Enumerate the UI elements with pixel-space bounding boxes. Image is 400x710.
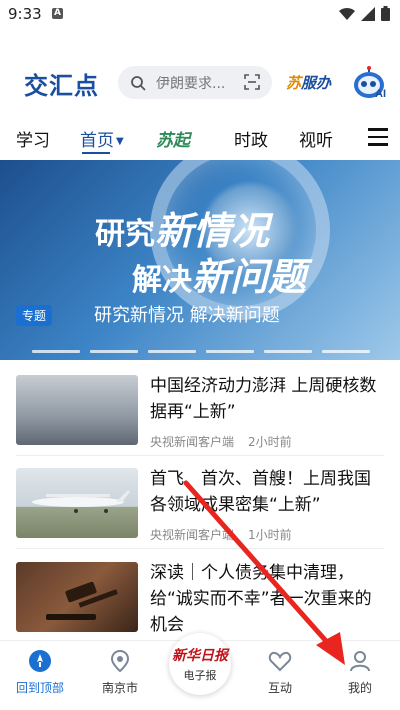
heart-chat-icon <box>268 651 292 672</box>
tab-suqi[interactable]: 苏起 <box>156 126 190 151</box>
banner-caption: 研究新情况 解决新问题 <box>94 305 280 326</box>
sufu-label-part2: 服办 <box>301 74 332 92</box>
nav-interact[interactable]: 互动 <box>250 649 310 696</box>
nav-label: 互动 <box>267 681 292 695</box>
notification-icon: A <box>52 8 63 19</box>
news-title: 深读｜个人债务集中清理，给“诚实而不幸”者一次重来的机会 <box>150 563 372 635</box>
news-title: 中国经济动力澎湃 上周硬核数据再“上新” <box>150 376 377 422</box>
news-thumbnail <box>16 375 138 445</box>
battery-icon <box>381 6 390 21</box>
carousel-dot[interactable] <box>90 350 138 353</box>
carousel-dot[interactable] <box>264 350 312 353</box>
tab-home-label: 首页 <box>80 131 114 151</box>
rocket-icon <box>29 650 51 672</box>
carousel-dot[interactable] <box>206 350 254 353</box>
carousel-dot[interactable] <box>322 350 370 353</box>
nav-label: 南京市 <box>101 681 138 695</box>
gavel-graphic <box>46 581 118 620</box>
app-logo[interactable]: 交汇点 <box>24 66 99 101</box>
wifi-icon <box>339 7 355 20</box>
news-item[interactable]: 首飞、首次、首艘！上周我国各领域成果密集“上新” 央视新闻客户端 1小时前 <box>0 468 400 560</box>
app-header: 交汇点 伊朗要求... 苏服办 AI <box>0 60 400 106</box>
carousel-indicators <box>32 350 370 353</box>
news-source: 央视新闻客户端 <box>150 435 235 449</box>
nav-label: 我的 <box>347 681 372 695</box>
news-time: 2小时前 <box>248 435 292 449</box>
tab-politics[interactable]: 时政 <box>234 126 268 151</box>
user-icon <box>350 651 370 672</box>
nav-me[interactable]: 我的 <box>330 649 390 696</box>
nav-label: 回到顶部 <box>15 681 64 695</box>
nav-back-to-top[interactable]: 回到顶部 <box>10 649 70 696</box>
sufu-ban-link[interactable]: 苏服办 <box>286 72 331 93</box>
search-placeholder: 伊朗要求... <box>156 75 226 92</box>
news-thumbnail <box>16 562 138 632</box>
signal-icon <box>361 6 375 21</box>
nav-nanjing[interactable]: 南京市 <box>90 649 150 696</box>
carousel-dot[interactable] <box>148 350 196 353</box>
news-title: 首飞、首次、首艘！上周我国各领域成果密集“上新” <box>150 469 371 515</box>
news-item[interactable]: 中国经济动力澎湃 上周硬核数据再“上新” 央视新闻客户端 2小时前 <box>0 375 400 467</box>
featured-banner[interactable]: 研究新情况 解决新问题 专题 研究新情况 解决新问题 <box>0 160 400 360</box>
tab-home[interactable]: 首页 ▼ <box>80 126 124 151</box>
channel-tabs: 学习 首页 ▼ 苏起 时政 视听 <box>0 118 400 158</box>
menu-icon[interactable] <box>368 128 388 146</box>
tab-video[interactable]: 视听 <box>299 126 333 151</box>
scan-icon[interactable] <box>244 74 260 90</box>
news-meta: 央视新闻客户端 1小时前 <box>150 526 292 543</box>
news-source: 央视新闻客户端 <box>150 528 235 542</box>
banner-headline-2: 解决新问题 <box>132 246 306 301</box>
nav-e-paper[interactable]: 新华日报 电子报 <box>169 633 231 695</box>
carousel-dot[interactable] <box>32 350 80 353</box>
caret-down-icon: ▼ <box>116 135 124 147</box>
bottom-nav: 回到顶部 南京市 新华日报 电子报 互动 我的 <box>0 633 400 710</box>
news-meta: 央视新闻客户端 2小时前 <box>150 433 292 450</box>
search-bar[interactable]: 伊朗要求... <box>118 66 272 99</box>
divider <box>16 455 384 456</box>
topic-badge: 专题 <box>16 305 53 326</box>
status-time: 9:33 <box>8 5 42 23</box>
nav-label: 电子报 <box>183 669 217 682</box>
system-icons <box>339 6 390 21</box>
divider <box>16 548 384 549</box>
tab-study[interactable]: 学习 <box>16 126 50 151</box>
news-thumbnail <box>16 468 138 538</box>
status-bar: 9:33 A <box>0 0 400 30</box>
banner-headline-2b: 新问题 <box>192 254 307 299</box>
location-icon <box>110 649 130 673</box>
search-icon <box>131 75 146 91</box>
sufu-label-part1: 苏 <box>286 74 302 92</box>
banner-headline-2a: 解决 <box>132 263 192 298</box>
tab-active-indicator <box>82 152 110 154</box>
ai-label: AI <box>375 88 386 100</box>
ai-robot-icon[interactable]: AI <box>352 66 388 100</box>
airplane-graphic <box>32 490 130 513</box>
xinhua-daily-logo: 新华日报 <box>172 648 228 664</box>
news-time: 1小时前 <box>248 528 292 542</box>
